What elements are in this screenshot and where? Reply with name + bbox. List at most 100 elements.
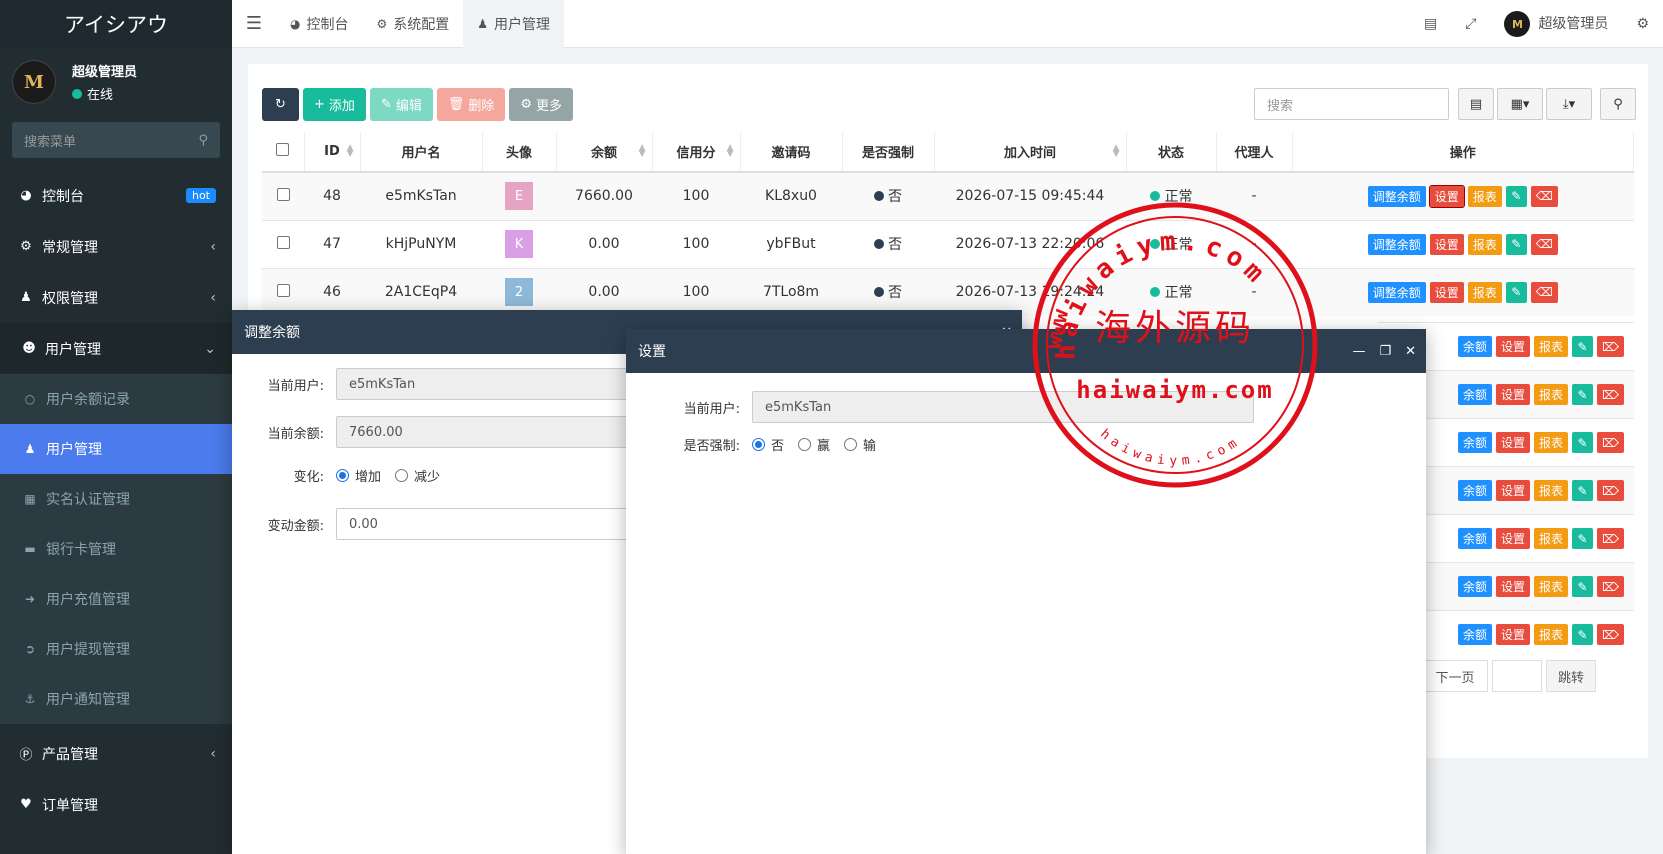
tab-system-config[interactable]: ⚙ 系统配置	[362, 0, 463, 48]
minimize-icon[interactable]: —	[1352, 344, 1365, 359]
adjust-balance-button[interactable]: 余额	[1457, 336, 1492, 357]
refresh-button[interactable]: ↻	[262, 88, 299, 121]
adjust-balance-button[interactable]: 余额	[1457, 480, 1492, 501]
sidebar-item-dashboard[interactable]: ◕ 控制台 hot	[0, 170, 232, 221]
settings-button[interactable]: 设置	[1429, 281, 1464, 303]
settings-button[interactable]: 设置	[1496, 624, 1531, 645]
row-checkbox[interactable]	[276, 187, 290, 201]
settings-icon[interactable]: ⚙	[1622, 16, 1663, 32]
edit-row-button[interactable]: ✎	[1572, 432, 1594, 453]
translate-icon[interactable]: ▤	[1410, 16, 1451, 32]
edit-row-button[interactable]: ✎	[1572, 528, 1594, 549]
delete-row-button[interactable]: ⌦	[1597, 480, 1624, 501]
sidebar-search-input[interactable]: 搜索菜单 ⚲	[12, 122, 220, 158]
next-page-button[interactable]: 下一页	[1422, 660, 1488, 692]
delete-row-button[interactable]: ⌫	[1530, 281, 1558, 303]
sidebar-item-user-manage[interactable]: ♟ 用户管理	[0, 424, 232, 474]
report-button[interactable]: 报表	[1467, 233, 1502, 255]
report-button[interactable]: 报表	[1467, 185, 1502, 207]
edit-row-button[interactable]: ✎	[1572, 336, 1594, 357]
sidebar-item-balance-log[interactable]: ○ 用户余额记录	[0, 374, 232, 424]
adjust-balance-button[interactable]: 调整余额	[1367, 233, 1426, 255]
delete-row-button[interactable]: ⌦	[1597, 624, 1624, 645]
maximize-icon[interactable]: ❐	[1379, 344, 1391, 359]
sidebar-item-withdraw[interactable]: ➲ 用户提现管理	[0, 624, 232, 674]
col-id[interactable]: ID ▲ ▼	[304, 132, 361, 173]
sidebar-item-general[interactable]: ⚙ 常规管理 ‹	[0, 221, 232, 272]
adjust-balance-button[interactable]: 余额	[1457, 624, 1492, 645]
settings-button[interactable]: 设置	[1428, 184, 1465, 208]
more-button[interactable]: ⚙ 更多	[509, 88, 574, 121]
adjust-balance-button[interactable]: 调整余额	[1367, 281, 1426, 303]
col-joined[interactable]: 加入时间 ▲ ▼	[934, 132, 1127, 173]
report-button[interactable]: 报表	[1534, 576, 1569, 597]
page-jump-input[interactable]	[1492, 660, 1542, 692]
edit-row-button[interactable]: ✎	[1572, 384, 1594, 405]
edit-row-button[interactable]: ✎	[1505, 185, 1527, 207]
table-row[interactable]: 47 kHjPuNYM K 0.00 100 ybFBut 否 2026-07-…	[262, 219, 1634, 268]
adjust-balance-button[interactable]: 余额	[1457, 576, 1492, 597]
col-balance[interactable]: 余额 ▲ ▼	[556, 132, 653, 173]
sidebar-item-notice[interactable]: ⚓ 用户通知管理	[0, 674, 232, 724]
edit-row-button[interactable]: ✎	[1505, 281, 1527, 303]
settings-button[interactable]: 设置	[1496, 336, 1531, 357]
export-button[interactable]: ⤓▾	[1546, 88, 1592, 120]
sidebar-item-realname[interactable]: ▦ 实名认证管理	[0, 474, 232, 524]
search-button[interactable]: ⚲	[1600, 88, 1636, 120]
delete-row-button[interactable]: ⌦	[1597, 384, 1624, 405]
sidebar-item-orders[interactable]: ♥ 订单管理	[0, 779, 232, 830]
sidebar-item-recharge[interactable]: ➜ 用户充值管理	[0, 574, 232, 624]
adjust-balance-button[interactable]: 调整余额	[1367, 185, 1426, 207]
report-button[interactable]: 报表	[1534, 384, 1569, 405]
settings-button[interactable]: 设置	[1496, 432, 1531, 453]
report-button[interactable]: 报表	[1467, 281, 1502, 303]
report-button[interactable]: 报表	[1534, 432, 1569, 453]
tab-dashboard[interactable]: ◕ 控制台	[276, 0, 362, 48]
toggle-view-button[interactable]: ▤	[1458, 88, 1494, 120]
tab-user-manage[interactable]: ♟ 用户管理	[463, 0, 565, 48]
forced-win-radio[interactable]: 赢	[798, 435, 830, 454]
row-checkbox[interactable]	[276, 235, 290, 249]
settings-button[interactable]: 设置	[1429, 233, 1464, 255]
sidebar-item-permissions[interactable]: ♟ 权限管理 ‹	[0, 272, 232, 323]
brand-logo[interactable]: アイシアウ	[0, 0, 232, 48]
adjust-balance-button[interactable]: 余额	[1457, 384, 1492, 405]
sidebar-item-users[interactable]: ☻ 用户管理 ⌄	[0, 323, 232, 374]
adjust-balance-button[interactable]: 余额	[1457, 432, 1492, 453]
columns-button[interactable]: ▦▾	[1497, 88, 1543, 120]
add-button[interactable]: + 添加	[303, 88, 366, 121]
col-credit[interactable]: 信用分 ▲ ▼	[652, 132, 741, 173]
report-button[interactable]: 报表	[1534, 624, 1569, 645]
forced-no-radio[interactable]: 否	[752, 435, 784, 454]
forced-lose-radio[interactable]: 输	[844, 435, 876, 454]
admin-menu[interactable]: M 超级管理员	[1490, 11, 1622, 37]
close-icon[interactable]: ✕	[1405, 344, 1416, 359]
sidebar-item-bankcard[interactable]: ▬ 银行卡管理	[0, 524, 232, 574]
delete-row-button[interactable]: ⌦	[1597, 576, 1624, 597]
report-button[interactable]: 报表	[1534, 480, 1569, 501]
menu-toggle-icon[interactable]: ☰	[232, 13, 276, 34]
delete-row-button[interactable]: ⌦	[1597, 336, 1624, 357]
edit-row-button[interactable]: ✎	[1572, 624, 1594, 645]
delete-row-button[interactable]: ⌦	[1597, 528, 1624, 549]
table-row[interactable]: 48 e5mKsTan E 7660.00 100 KL8xu0 否 2026-…	[262, 171, 1634, 220]
jump-button[interactable]: 跳转	[1546, 660, 1596, 692]
edit-button[interactable]: ✎ 编辑	[369, 88, 433, 121]
settings-button[interactable]: 设置	[1496, 528, 1531, 549]
search-icon[interactable]: ⚲	[198, 133, 208, 148]
adjust-balance-button[interactable]: 余额	[1457, 528, 1492, 549]
settings-button[interactable]: 设置	[1496, 576, 1531, 597]
delete-row-button[interactable]: ⌫	[1530, 233, 1558, 255]
select-all-header[interactable]	[262, 132, 305, 173]
delete-button[interactable]: 🗑 删除	[436, 88, 506, 121]
row-checkbox[interactable]	[276, 283, 290, 297]
table-row[interactable]: 46 2A1CEqP4 2 0.00 100 7TLo8m 否 2026-07-…	[262, 267, 1634, 316]
edit-row-button[interactable]: ✎	[1572, 576, 1594, 597]
settings-button[interactable]: 设置	[1496, 480, 1531, 501]
settings-button[interactable]: 设置	[1496, 384, 1531, 405]
decrease-radio[interactable]: 减少	[395, 466, 440, 485]
report-button[interactable]: 报表	[1534, 528, 1569, 549]
delete-row-button[interactable]: ⌫	[1530, 185, 1558, 207]
table-search-input[interactable]: 搜索	[1254, 88, 1449, 120]
edit-row-button[interactable]: ✎	[1572, 480, 1594, 501]
